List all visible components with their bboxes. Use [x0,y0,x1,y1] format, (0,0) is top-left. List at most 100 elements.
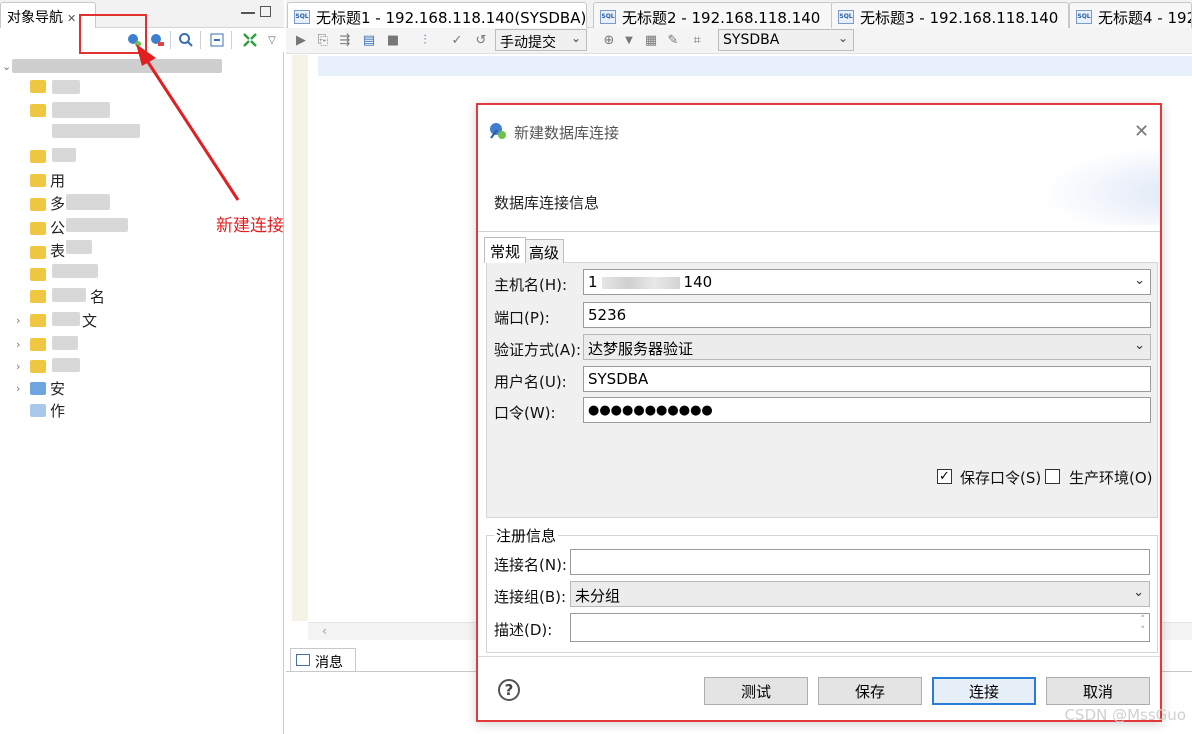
stop-icon[interactable]: ■ [384,31,402,49]
connection-name-field[interactable] [570,549,1150,575]
tree-node-label[interactable]: 安 [50,378,65,399]
chevron-right-icon[interactable]: › [16,382,20,395]
port-field[interactable]: 5236 [583,302,1151,328]
console-icon [296,654,310,666]
auth-method-value: 达梦服务器验证 [588,340,694,358]
dialog-title: 新建数据库连接 [514,124,620,142]
chevron-right-icon[interactable]: › [16,338,20,351]
tree-node [66,194,110,210]
chevron-down-icon: ⌄ [1134,338,1145,353]
messages-tab[interactable]: 消息 [290,648,356,672]
editor-tab-label: 无标题4 - 192.168.118.140 [1098,9,1191,27]
folder-icon [30,222,46,235]
close-icon[interactable]: ✕ [67,12,76,25]
editor-tab[interactable]: SQL 无标题3 - 192.168.118.140 [831,2,1069,28]
chevron-right-icon[interactable]: › [16,314,20,327]
wizard-icon[interactable]: ⌗ [688,31,706,49]
tree-node-label[interactable]: 作 [50,400,65,421]
save-button[interactable]: 保存 [818,677,922,705]
close-icon[interactable]: ✕ [1134,121,1149,142]
tree-node [52,312,80,326]
scroll-arrows-icon[interactable]: ˄ ˅ [1141,615,1146,637]
commit-icon[interactable]: ✓ [448,31,466,49]
save-password-checkbox[interactable]: ✓ [937,469,952,484]
editor-tab-label: 无标题1 - 192.168.118.140(SYSDBA) [316,9,587,27]
tab-advanced[interactable]: 高级 [526,239,564,263]
tree-node[interactable] [52,102,110,118]
banner-decoration [1038,145,1160,225]
editor-current-line[interactable] [318,56,1192,76]
view-menu-icon[interactable]: ▽ [263,31,281,49]
test-button[interactable]: 测试 [704,677,808,705]
connection-group-label: 连接组(B): [494,588,567,606]
folder-icon [30,314,46,327]
schema-select[interactable]: SYSDBA ⌄ [718,29,854,51]
target-icon[interactable]: ⊕ [600,31,618,49]
description-textarea[interactable]: ˄ ˅ [570,613,1150,642]
maximize-icon[interactable] [260,6,271,17]
tree-node[interactable] [52,80,80,94]
messages-tab-label: 消息 [315,655,343,671]
password-field[interactable]: ●●●●●●●●●●● [583,397,1151,423]
help-icon[interactable]: ? [498,679,520,701]
explain-icon[interactable]: ▤ [360,31,378,49]
tree-node[interactable] [52,148,76,162]
tab-general[interactable]: 常规 [484,237,526,263]
watermark: CSDN @MssGuo [1064,706,1186,724]
port-label: 端口(P): [494,309,550,327]
minimize-icon[interactable] [241,12,255,14]
pen-icon[interactable]: ✎ [664,31,682,49]
editor-tab[interactable]: SQL 无标题1 - 192.168.118.140(SYSDBA) [287,2,587,28]
folder-icon [30,290,46,303]
chevron-down-icon: ⌄ [837,31,848,45]
tree-node[interactable] [52,358,80,372]
chevron-down-icon: ⌄ [1134,273,1145,288]
tree-node-label[interactable]: 用 [50,170,65,191]
tree-node[interactable] [52,336,78,350]
description-label: 描述(D): [494,621,553,639]
host-combobox[interactable]: 1 140 ⌄ [583,269,1151,295]
folder-icon [30,150,46,163]
run-icon[interactable]: ▶ [292,31,310,49]
editor-tab-label: 无标题2 - 192.168.118.140 [622,9,821,27]
connection-group-select[interactable]: 未分组 ⌄ [570,581,1150,607]
host-value-start: 1 [588,273,598,291]
sql-file-icon: SQL [600,10,616,24]
editor-tab-label: 无标题3 - 192.168.118.140 [860,9,1059,27]
save-password-label[interactable]: 保存口令(S) [960,467,1041,488]
chevron-down-icon[interactable]: ⌄ [2,60,11,73]
chevron-down-icon: ⌄ [1133,585,1144,600]
tree-node[interactable] [52,264,98,278]
footer-divider [478,656,1160,657]
run-step-icon[interactable]: ⇶ [336,31,354,49]
chevron-right-icon[interactable]: › [16,360,20,373]
tree-node-label[interactable]: 文 [82,310,97,331]
run-selection-icon[interactable]: ⎘ [314,31,332,49]
redacted-text [601,276,680,289]
plan-icon[interactable]: ⫶ [416,31,434,49]
format-icon[interactable]: ▦ [642,31,660,49]
commit-mode-select[interactable]: 手动提交 ⌄ [495,29,587,51]
editor-tab[interactable]: SQL 无标题4 - 192.168.118.140 [1069,2,1192,28]
auth-method-select[interactable]: 达梦服务器验证 ⌄ [583,334,1151,360]
folder-icon [30,104,46,117]
user-field[interactable]: SYSDBA [583,366,1151,392]
cancel-button[interactable]: 取消 [1046,677,1150,705]
tree-node[interactable] [52,124,140,138]
editor-tab[interactable]: SQL 无标题2 - 192.168.118.140 [593,2,833,28]
dropdown-arrow-icon[interactable]: ▼ [620,31,638,49]
tree-node-label[interactable]: 多 [50,193,65,214]
folder-icon [30,268,46,281]
folder-icon [30,360,46,373]
connect-button[interactable]: 连接 [932,677,1036,705]
schema-value: SYSDBA [723,32,780,48]
production-checkbox[interactable] [1045,469,1060,484]
tree-node-label[interactable]: 表 [50,240,65,261]
production-label[interactable]: 生产环境(O) [1069,467,1153,488]
sql-file-icon: SQL [1076,10,1092,24]
rollback-icon[interactable]: ↺ [472,31,490,49]
tree-node-label[interactable]: 公 [50,217,65,238]
navigator-tab-label: 对象导航 [7,10,63,26]
folder-icon [30,246,46,259]
tree-node-label[interactable]: 名 [90,286,105,307]
